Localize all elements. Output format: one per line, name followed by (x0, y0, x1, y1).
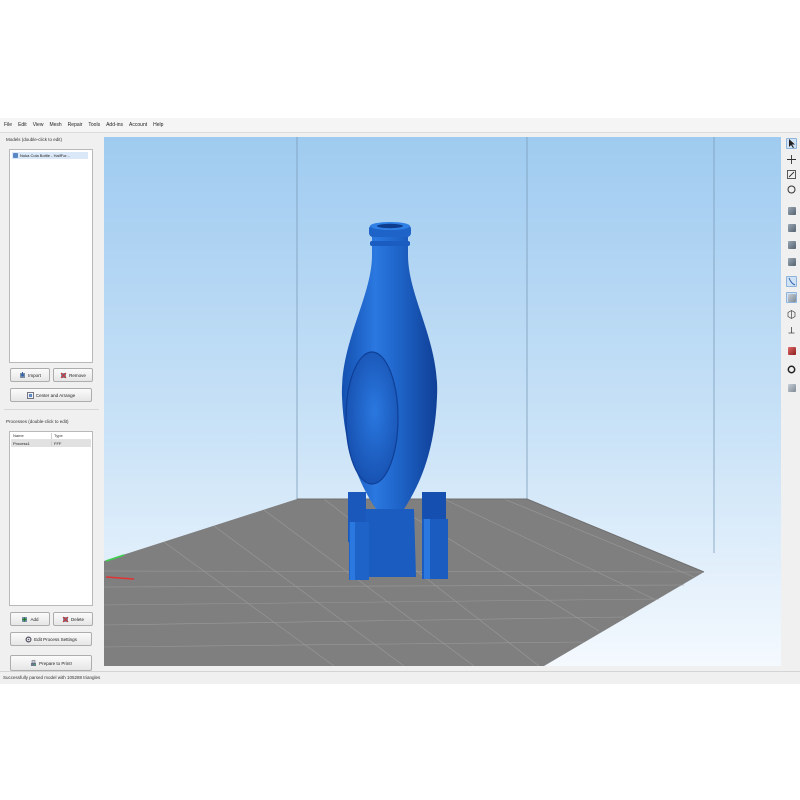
view-toolbar (784, 136, 800, 408)
menu-add-ins[interactable]: Add-ins (103, 122, 126, 128)
move-icon[interactable] (786, 154, 797, 165)
menu-edit[interactable]: Edit (15, 122, 30, 128)
remove-label: Remove (69, 372, 86, 378)
processes-panel-title: Processes (double-click to edit) (6, 419, 69, 424)
column-header-type[interactable]: Type (51, 433, 91, 439)
remove-icon (60, 372, 67, 379)
panel-divider (4, 409, 99, 410)
add-icon (21, 616, 28, 623)
add-process-button[interactable]: Add (10, 612, 50, 626)
status-bar: Successfully parsed model with 105288 tr… (0, 671, 800, 683)
remove-button[interactable]: Remove (53, 368, 93, 382)
3d-viewport[interactable] (104, 137, 781, 666)
menu-tools[interactable]: Tools (85, 122, 103, 128)
toggle-icon[interactable] (786, 345, 797, 356)
settings-icon (25, 635, 32, 643)
left-panel: Models (double-click to edit) Nuka Cola … (0, 133, 103, 671)
cut-icon[interactable] (786, 276, 797, 287)
scene-svg (104, 137, 715, 666)
menu-help[interactable]: Help (150, 122, 166, 128)
delete-process-button[interactable]: Delete (53, 612, 93, 626)
settings-icon[interactable] (786, 382, 797, 393)
add-label: Add (30, 616, 39, 622)
model-file-icon (13, 153, 18, 158)
processes-table[interactable]: Name Type Process1 FFF (9, 431, 93, 606)
select-icon[interactable] (786, 138, 797, 149)
prepare-to-print-label: Prepare to Print! (39, 660, 72, 666)
table-row[interactable]: Process1 FFF (11, 440, 91, 447)
rotate-icon[interactable] (786, 184, 797, 195)
process-name-cell: Process1 (13, 441, 30, 446)
model-list-item[interactable]: Nuka Cola Bottle - HalfFor... (12, 152, 88, 159)
scale-icon[interactable] (786, 169, 797, 180)
models-list[interactable]: Nuka Cola Bottle - HalfFor... (9, 149, 93, 363)
models-panel-title: Models (double-click to edit) (6, 137, 63, 142)
print-icon (30, 659, 37, 667)
import-label: Import (28, 372, 41, 378)
support-icon[interactable] (786, 364, 797, 375)
process-type-cell: FFF (51, 441, 91, 446)
menu-file[interactable]: File (0, 122, 15, 128)
view-top-icon[interactable] (786, 239, 797, 250)
center-and-arrange-button[interactable]: Center and Arrange (10, 388, 92, 402)
view-wireframe-icon[interactable] (786, 309, 797, 320)
view-side-icon[interactable] (786, 256, 797, 267)
status-text: Successfully parsed model with 105288 tr… (3, 675, 101, 680)
menu-view[interactable]: View (30, 122, 47, 128)
edit-process-settings-label: Edit Process Settings (34, 636, 77, 642)
pin-icon[interactable] (786, 326, 797, 337)
edit-process-settings-button[interactable]: Edit Process Settings (10, 632, 92, 646)
import-button[interactable]: Import (10, 368, 50, 382)
menu-bar: File Edit View Mesh Repair Tools Add-ins… (0, 118, 800, 133)
delete-label: Delete (70, 616, 84, 622)
menu-repair[interactable]: Repair (65, 122, 86, 128)
arrange-icon (26, 391, 34, 399)
prepare-to-print-button[interactable]: Prepare to Print! (10, 655, 92, 671)
view-iso-icon[interactable] (786, 205, 797, 216)
center-and-arrange-label: Center and Arrange (35, 392, 76, 398)
view-front-icon[interactable] (786, 222, 797, 233)
application-window: File Edit View Mesh Repair Tools Add-ins… (0, 118, 800, 684)
menu-account[interactable]: Account (126, 122, 150, 128)
menu-mesh[interactable]: Mesh (46, 122, 64, 128)
model-item-label: Nuka Cola Bottle - HalfFor... (20, 153, 70, 158)
view-shaded-icon[interactable] (786, 292, 797, 303)
bottle-model[interactable] (341, 222, 448, 580)
delete-icon (62, 616, 69, 623)
import-icon (19, 371, 26, 379)
processes-table-header: Name Type (11, 433, 91, 440)
column-header-name[interactable]: Name (11, 433, 51, 439)
